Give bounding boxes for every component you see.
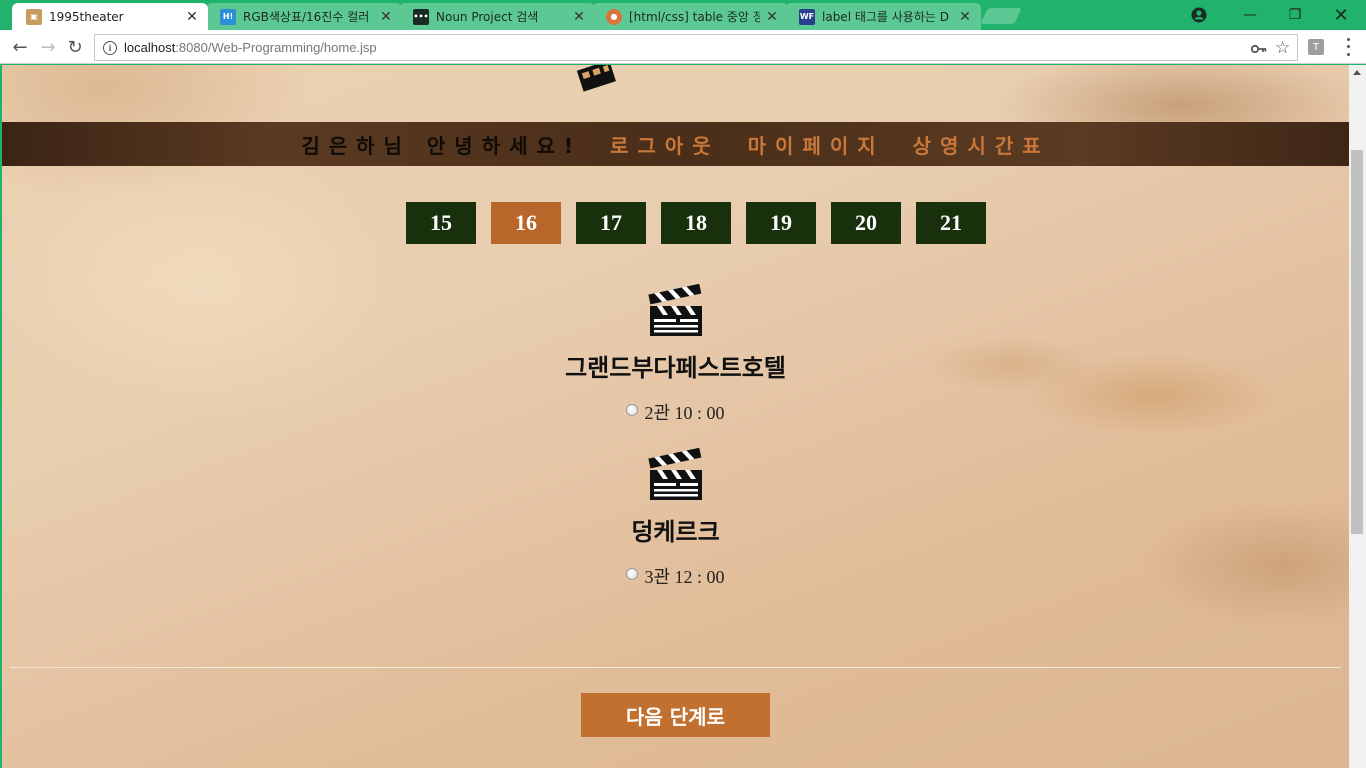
date-button-18[interactable]: 18 xyxy=(661,202,731,244)
date-button-21[interactable]: 21 xyxy=(916,202,986,244)
reload-icon[interactable]: ↻ xyxy=(63,35,87,59)
blog-favicon-icon: ● xyxy=(606,8,622,25)
page-viewport: 김은하님 안녕하세요! 로그아웃 마이페이지 상영시간표 15 16 17 18… xyxy=(2,65,1349,768)
noun-project-favicon-icon: ••• xyxy=(413,8,429,25)
vertical-scrollbar[interactable] xyxy=(1349,65,1366,768)
url-path: :8080/Web-Programming/home.jsp xyxy=(175,40,377,55)
tab-title: 1995theater xyxy=(49,9,124,24)
movie-item: 덩케르크 3관 12 : 00 xyxy=(2,448,1349,589)
clapperboard-icon xyxy=(647,284,702,336)
showtime-label[interactable]: 3관 12 : 00 xyxy=(644,563,724,589)
tab-title: label 태그를 사용하는 D xyxy=(822,10,949,24)
close-tab-icon[interactable]: ✕ xyxy=(184,9,200,25)
logout-link[interactable]: 로그아웃 xyxy=(610,130,720,159)
close-tab-icon[interactable]: ✕ xyxy=(764,9,780,25)
tab-title: [html/css] table 중앙 정 xyxy=(629,10,760,24)
close-window-icon[interactable]: ✕ xyxy=(1318,0,1364,30)
url-text: localhost:8080/Web-Programming/home.jsp xyxy=(124,40,377,55)
date-button-16[interactable]: 16 xyxy=(491,202,561,244)
tab-noun-project[interactable]: ••• Noun Project 검색 ✕ xyxy=(399,3,595,30)
divider xyxy=(10,667,1341,668)
forward-arrow-icon[interactable]: → xyxy=(36,35,60,59)
greeting-text: 김은하님 안녕하세요! xyxy=(301,133,583,158)
theater-logo xyxy=(576,65,616,92)
next-step-button[interactable]: 다음 단계로 xyxy=(581,693,770,737)
movie-item: 그랜드부다페스트호텔 2관 10 : 00 xyxy=(2,284,1349,425)
showtime-radio[interactable] xyxy=(626,403,639,416)
browser-tab-strip: ▣ 1995theater ✕ H! RGB색상표/16진수 컬러 ✕ ••• … xyxy=(0,0,1366,30)
movie-title: 덩케르크 xyxy=(631,520,720,546)
profile-icon[interactable] xyxy=(1190,6,1208,24)
tab-rgb-color[interactable]: H! RGB색상표/16진수 컬러 ✕ xyxy=(206,3,402,30)
bookmark-star-icon[interactable]: ☆ xyxy=(1275,38,1290,58)
scroll-up-arrow-icon[interactable] xyxy=(1353,70,1361,75)
tab-title: RGB색상표/16진수 컬러 xyxy=(243,10,370,24)
top-navigation: 김은하님 안녕하세요! 로그아웃 마이페이지 상영시간표 xyxy=(2,122,1349,166)
tab-title: Noun Project 검색 xyxy=(436,10,539,24)
theater-favicon-icon: ▣ xyxy=(26,8,42,25)
h-favicon-icon: H! xyxy=(220,8,236,25)
browser-toolbar: ← → ↻ i localhost:8080/Web-Programming/h… xyxy=(0,30,1366,64)
url-host: localhost xyxy=(124,40,176,55)
wf-favicon-icon: WF xyxy=(799,8,815,25)
key-icon[interactable] xyxy=(1250,41,1267,59)
restore-icon[interactable]: ❐ xyxy=(1272,0,1318,30)
date-selector: 15 16 17 18 19 20 21 xyxy=(406,202,1001,244)
back-arrow-icon[interactable]: ← xyxy=(8,35,32,59)
date-button-20[interactable]: 20 xyxy=(831,202,901,244)
tab-1995theater[interactable]: ▣ 1995theater ✕ xyxy=(12,3,208,30)
extension-icon[interactable]: T xyxy=(1308,39,1324,55)
close-tab-icon[interactable]: ✕ xyxy=(957,9,973,25)
date-button-17[interactable]: 17 xyxy=(576,202,646,244)
new-tab-button[interactable] xyxy=(980,8,1022,24)
showtime-radio[interactable] xyxy=(626,567,639,580)
date-button-15[interactable]: 15 xyxy=(406,202,476,244)
tab-html-css-table[interactable]: ● [html/css] table 중앙 정 ✕ xyxy=(592,3,788,30)
tab-label-tag[interactable]: WF label 태그를 사용하는 D ✕ xyxy=(785,3,981,30)
info-icon[interactable]: i xyxy=(103,40,117,55)
close-tab-icon[interactable]: ✕ xyxy=(378,9,394,25)
menu-icon[interactable] xyxy=(1340,36,1356,58)
clapperboard-icon xyxy=(647,448,702,500)
scrollbar-thumb[interactable] xyxy=(1351,150,1363,534)
address-bar[interactable]: i localhost:8080/Web-Programming/home.js… xyxy=(94,34,1298,61)
showtime-option: 3관 12 : 00 xyxy=(2,563,1349,589)
close-tab-icon[interactable]: ✕ xyxy=(571,9,587,25)
movie-title: 그랜드부다페스트호텔 xyxy=(565,356,786,382)
date-button-19[interactable]: 19 xyxy=(746,202,816,244)
schedule-link[interactable]: 상영시간표 xyxy=(913,130,1050,159)
minimize-icon[interactable]: — xyxy=(1227,0,1273,30)
mypage-link[interactable]: 마이페이지 xyxy=(748,130,885,159)
showtime-label[interactable]: 2관 10 : 00 xyxy=(644,399,724,425)
showtime-option: 2관 10 : 00 xyxy=(2,399,1349,425)
